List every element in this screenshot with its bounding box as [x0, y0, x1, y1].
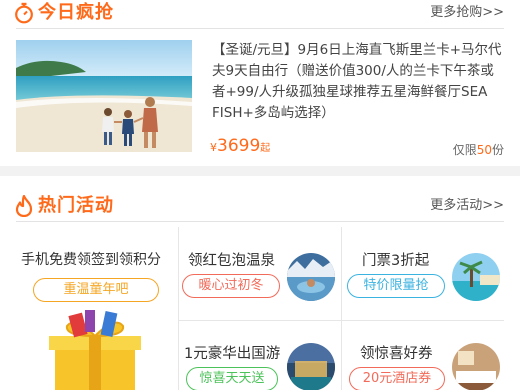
deal-description[interactable]: 【圣诞/元旦】9月6日上海直飞斯里兰卡+马尔代夫9天自由行（赠送价值300/人的… — [212, 40, 506, 124]
section-separator — [0, 166, 520, 176]
today-deals-title: 今日疯抢 — [38, 2, 114, 23]
remaining-count: 50 — [476, 143, 492, 157]
activity-card-signin[interactable]: 手机免费领签到领积分 重温童年吧 — [16, 227, 179, 390]
resort-thumbnail — [452, 253, 500, 301]
activity-card-hotspring[interactable]: 领红包泡温泉 暖心过初冬 — [179, 227, 342, 321]
gift-box-icon — [49, 310, 141, 390]
activity-card-tickets[interactable]: 门票3折起 特价限量抢 — [342, 227, 504, 321]
activity-tag[interactable]: 重温童年吧 — [33, 278, 159, 302]
activity-tag[interactable]: 特价限量抢 — [347, 274, 445, 298]
activity-title: 手机免费领签到领积分 — [21, 252, 161, 268]
flame-icon — [15, 195, 33, 217]
deal-price: ¥3699起 — [210, 136, 270, 156]
hotspring-thumbnail — [287, 253, 335, 301]
activity-tag[interactable]: 20元酒店券 — [349, 367, 445, 390]
hot-activities-header: 热门活动 更多活动>> — [0, 193, 520, 223]
today-deals-header: 今日疯抢 更多抢购>> — [0, 0, 520, 30]
hot-activities-title: 热门活动 — [38, 195, 114, 216]
deal-item[interactable]: 【圣诞/元旦】9月6日上海直飞斯里兰卡+马尔代夫9天自由行（赠送价值300/人的… — [0, 40, 520, 160]
activity-title: 领惊喜好券 — [360, 346, 433, 362]
currency-symbol: ¥ — [210, 141, 217, 154]
luxury-travel-thumbnail — [287, 343, 335, 390]
activity-card-travel[interactable]: 1元豪华出国游 惊喜天天送 — [179, 321, 342, 390]
remaining-quota: 仅限50份 — [453, 141, 504, 158]
activity-tag[interactable]: 暖心过初冬 — [182, 274, 280, 298]
stopwatch-icon — [15, 2, 33, 24]
activity-title: 1元豪华出国游 — [184, 346, 281, 362]
hotel-room-thumbnail — [452, 343, 500, 390]
activity-title: 门票3折起 — [362, 253, 430, 269]
divider — [16, 28, 504, 29]
beach-family-photo — [16, 40, 192, 152]
remaining-suffix: 份 — [491, 143, 504, 157]
activity-tag[interactable]: 惊喜天天送 — [186, 367, 278, 390]
more-deals-link[interactable]: 更多抢购>> — [430, 4, 504, 22]
activity-grid: 手机免费领签到领积分 重温童年吧 领红包泡温泉 暖心过初冬 门票3折起 特价限量… — [16, 227, 504, 390]
divider — [16, 221, 504, 222]
price-value: 3699 — [217, 136, 261, 156]
deal-photo — [16, 40, 192, 152]
activity-card-coupon[interactable]: 领惊喜好券 20元酒店券 — [342, 321, 504, 390]
activity-title: 领红包泡温泉 — [188, 253, 275, 269]
remaining-prefix: 仅限 — [452, 143, 477, 157]
more-activities-link[interactable]: 更多活动>> — [430, 197, 504, 215]
price-unit: 起 — [260, 143, 271, 154]
